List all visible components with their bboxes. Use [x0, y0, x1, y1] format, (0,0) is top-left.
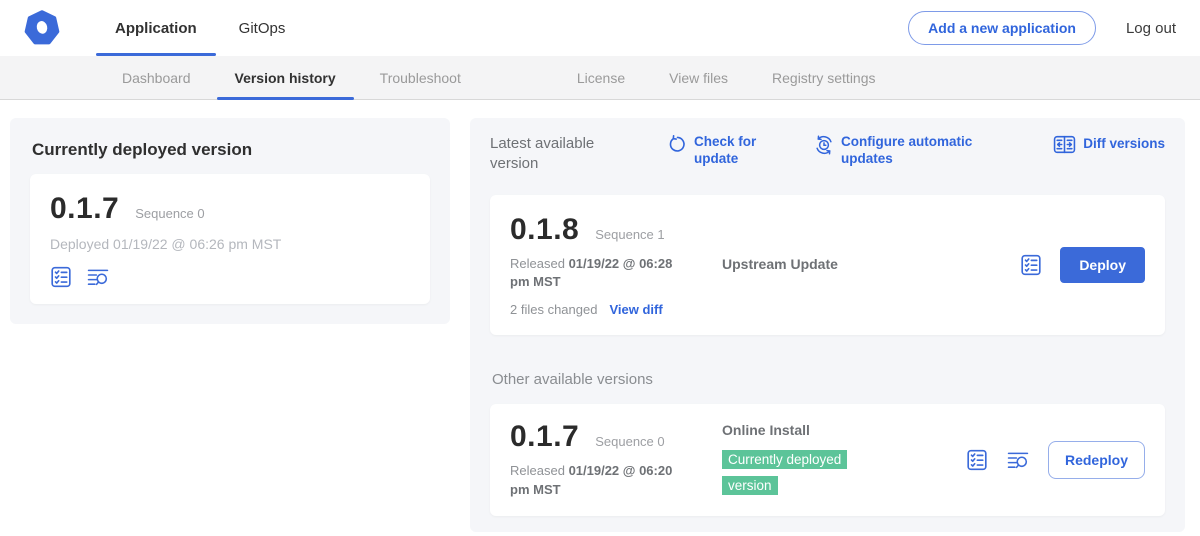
subtab-registry-settings[interactable]: Registry settings	[750, 56, 897, 99]
heptagon-logo-icon	[24, 10, 60, 46]
top-nav: Application GitOps Add a new application…	[0, 0, 1200, 56]
deploy-button[interactable]: Deploy	[1060, 247, 1145, 283]
view-diff-link[interactable]: View diff	[609, 302, 662, 317]
latest-version-number: 0.1.8	[510, 213, 579, 247]
deploy-logs-icon[interactable]	[86, 267, 110, 288]
other-versions-title: Other available versions	[492, 371, 1165, 388]
add-new-application-button[interactable]: Add a new application	[908, 11, 1096, 45]
configure-automatic-updates-label: Configure automatic updates	[841, 134, 979, 168]
subtab-dashboard[interactable]: Dashboard	[100, 56, 213, 99]
other-sequence-label: Sequence 0	[595, 434, 664, 449]
available-header: Latest available version Check for updat…	[490, 134, 1165, 175]
other-version-card: 0.1.7 Sequence 0 Released 01/19/22 @ 06:…	[490, 404, 1165, 516]
subtab-troubleshoot[interactable]: Troubleshoot	[358, 56, 483, 99]
subtab-version-history[interactable]: Version history	[213, 56, 358, 99]
deployed-date-text: Deployed 01/19/22 @ 06:26 pm MST	[50, 236, 410, 252]
latest-source-label: Upstream Update	[722, 256, 838, 272]
latest-sequence-label: Sequence 1	[595, 227, 664, 242]
check-for-update-label: Check for update	[694, 134, 768, 168]
other-released-text: Released 01/19/22 @ 06:20 pm MST	[510, 462, 695, 500]
latest-available-title: Latest available version	[490, 134, 622, 175]
redeploy-button[interactable]: Redeploy	[1048, 441, 1145, 479]
currently-deployed-panel: Currently deployed version 0.1.7 Sequenc…	[10, 118, 450, 324]
app-logo[interactable]	[24, 0, 60, 56]
refresh-icon	[668, 135, 687, 154]
currently-deployed-badge: Currently deployed version	[722, 447, 874, 499]
preflight-checklist-icon[interactable]	[50, 266, 72, 288]
files-changed-text: 2 files changed	[510, 302, 597, 317]
app-sub-nav: Dashboard Version history Troubleshoot L…	[0, 56, 1200, 100]
log-out-link[interactable]: Log out	[1126, 20, 1176, 37]
check-for-update-button[interactable]: Check for update	[668, 134, 768, 168]
tab-application[interactable]: Application	[94, 0, 218, 56]
other-deploy-logs-icon[interactable]	[1006, 450, 1030, 471]
subtab-license[interactable]: License	[555, 56, 647, 99]
deployed-sequence-label: Sequence 0	[135, 206, 204, 221]
tab-gitops[interactable]: GitOps	[218, 0, 307, 56]
deployed-version-card: 0.1.7 Sequence 0 Deployed 01/19/22 @ 06:…	[30, 174, 430, 304]
currently-deployed-title: Currently deployed version	[32, 140, 430, 160]
deployed-version-number: 0.1.7	[50, 192, 119, 226]
other-preflight-checklist-icon[interactable]	[966, 449, 988, 471]
other-source-label: Online Install	[722, 422, 966, 438]
latest-version-card: 0.1.8 Sequence 1 Released 01/19/22 @ 06:…	[490, 195, 1165, 336]
subtab-view-files[interactable]: View files	[647, 56, 750, 99]
diff-versions-button[interactable]: Diff versions	[1053, 134, 1165, 154]
latest-released-text: Released 01/19/22 @ 06:28 pm MST	[510, 255, 695, 293]
auto-update-clock-icon	[814, 135, 834, 155]
top-nav-right: Add a new application Log out	[908, 0, 1176, 56]
configure-automatic-updates-button[interactable]: Configure automatic updates	[814, 134, 979, 168]
main-content: Currently deployed version 0.1.7 Sequenc…	[0, 100, 1200, 532]
diff-icon	[1053, 135, 1076, 154]
available-versions-panel: Latest available version Check for updat…	[470, 118, 1185, 532]
latest-preflight-checklist-icon[interactable]	[1020, 254, 1042, 276]
diff-versions-label: Diff versions	[1083, 136, 1165, 153]
other-version-number: 0.1.7	[510, 420, 579, 454]
